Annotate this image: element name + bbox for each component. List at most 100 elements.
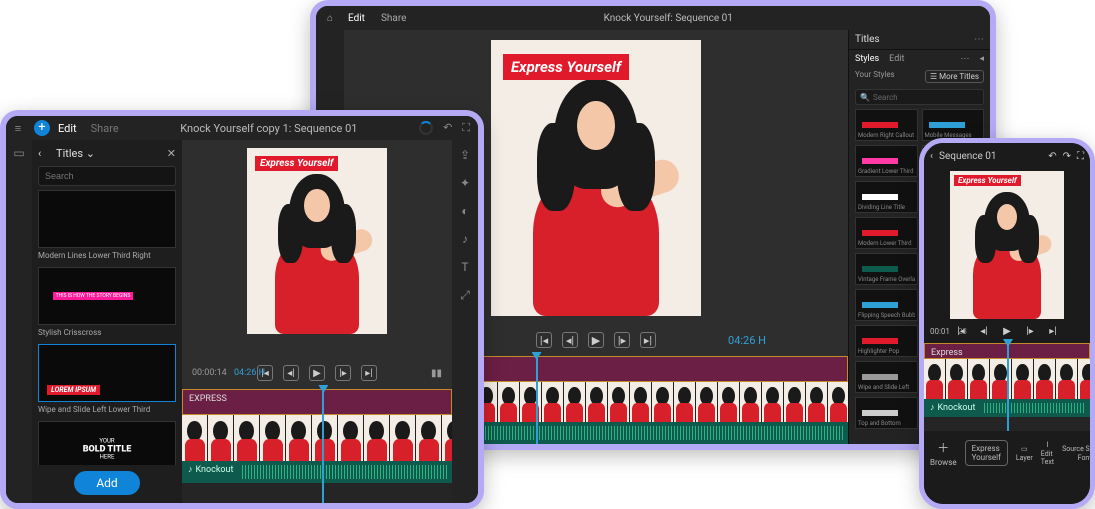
skip-end-icon[interactable]: ▸| [361, 365, 377, 381]
more-icon[interactable]: ⋯ [960, 54, 969, 64]
preset-item[interactable]: Dividing Line Title [855, 181, 918, 213]
fullscreen-icon[interactable]: ⛶ [1077, 151, 1084, 162]
laptop-topbar: ⌂ Edit Share Knock Yourself: Sequence 01 [316, 6, 990, 30]
timecode: 00:01 [930, 327, 950, 336]
chevron-left-icon[interactable]: ◂ [979, 54, 984, 64]
browse-button[interactable]: ＋Browse [930, 439, 957, 467]
levels-icon[interactable]: ▮▮ [431, 368, 442, 379]
panel-menu-icon[interactable]: ⋯ [974, 34, 984, 45]
color-icon[interactable]: ◐ [461, 204, 468, 218]
step-back-icon[interactable]: ◂| [562, 332, 578, 348]
close-icon[interactable]: ✕ [167, 147, 176, 160]
playhead[interactable] [1007, 343, 1009, 431]
add-title-button[interactable]: Add [74, 471, 139, 495]
video-canvas[interactable]: Express Yourself [491, 40, 701, 316]
timecode-total: 04:26 H [728, 334, 766, 347]
back-icon[interactable]: ‹ [38, 147, 52, 160]
panel-title: Titles [855, 34, 880, 45]
tablet-preview-area: Express Yourself 00:00:14 04:26 H |◂ ◂| … [182, 140, 452, 503]
effects-icon[interactable]: ✦ [460, 176, 470, 190]
transform-icon[interactable]: ⤢ [460, 288, 470, 303]
preset-item[interactable]: Wipe and Slide Left [855, 361, 918, 393]
phone-doc-title: Sequence 01 [939, 151, 1042, 162]
text-icon[interactable]: T [461, 260, 468, 274]
tablet-doc-title: Knock Yourself copy 1: Sequence 01 [119, 122, 419, 135]
your-styles-label: Your Styles [855, 70, 895, 83]
back-icon[interactable]: ‹ [930, 151, 933, 162]
playhead[interactable] [536, 356, 538, 444]
play-icon[interactable]: ▶ [309, 365, 325, 381]
phone-timeline[interactable]: Express ♪ Knockout [924, 343, 1090, 431]
project-icon[interactable]: ▭ [13, 146, 24, 160]
overlay-title: Express Yourself [255, 156, 338, 171]
step-fwd-icon[interactable]: |▸ [614, 332, 630, 348]
undo-icon[interactable]: ↶ [443, 121, 452, 135]
step-back-icon[interactable]: ◂| [283, 365, 299, 381]
tab-share[interactable]: Share [91, 122, 119, 135]
playhead[interactable] [322, 389, 324, 503]
preset-item[interactable]: YOURBOLD TITLEHEREThree Line Bold Title … [38, 421, 176, 465]
video-canvas[interactable]: Express Yourself [247, 148, 387, 334]
panel-tab-styles[interactable]: Styles [855, 54, 879, 64]
edit-text-button[interactable]: IEdit Text [1041, 441, 1054, 466]
font-button[interactable]: Source Sans PFont [1062, 445, 1095, 462]
tab-edit[interactable]: Edit [58, 122, 77, 135]
audio-icon[interactable]: ♪ [462, 232, 468, 246]
preset-item[interactable]: Modern Right Callout [855, 109, 918, 141]
play-icon[interactable]: ▶ [999, 323, 1015, 339]
video-track[interactable] [182, 415, 452, 461]
tablet-timeline[interactable]: EXPRESS ♪ Knockout [182, 389, 452, 503]
home-icon[interactable]: ⌂ [316, 13, 344, 24]
panel-search-input[interactable]: 🔍 Search [855, 89, 984, 105]
title-track[interactable]: EXPRESS [182, 389, 452, 415]
more-titles-button[interactable]: ☰ More Titles [925, 70, 984, 83]
preset-item[interactable]: LOREM IPSUMWipe and Slide Left Lower Thi… [38, 344, 176, 419]
redo-icon[interactable]: ↷ [1063, 151, 1071, 162]
layer-button[interactable]: ▭Layer [1016, 445, 1033, 462]
preset-item[interactable]: Gradient Lower Third [855, 145, 918, 177]
skip-end-icon[interactable]: ▸| [640, 332, 656, 348]
sync-spinner-icon [419, 121, 433, 135]
panel-tab-edit[interactable]: Edit [889, 54, 904, 64]
timecode-current: 00:00:14 [192, 368, 227, 378]
tablet-titles-panel: ‹ Titles ⌄ ✕ Modern Lines Lower Third Ri… [32, 140, 182, 503]
overlay-title: Express Yourself [954, 175, 1021, 186]
skip-start-icon[interactable]: |◂ [536, 332, 552, 348]
panel-title[interactable]: Titles ⌄ [52, 147, 167, 160]
timecode-total: 04:26 H [234, 368, 265, 378]
tablet-left-toolbar: ▭ [6, 140, 32, 503]
skip-end-icon[interactable]: ▸| [1045, 323, 1061, 339]
tablet-device: ≡ + Edit Share Knock Yourself copy 1: Se… [0, 110, 484, 509]
tablet-right-toolbar: ⇪ ✦ ◐ ♪ T ⤢ [452, 140, 478, 503]
laptop-doc-title: Knock Yourself: Sequence 01 [406, 13, 930, 24]
tablet-playbar: 00:00:14 04:26 H |◂ ◂| ▶ |▸ ▸| ▮▮ [192, 365, 442, 381]
preset-item[interactable]: Modern Lines Lower Third Right [38, 190, 176, 265]
play-icon[interactable]: ▶ [588, 332, 604, 348]
tab-share[interactable]: Share [381, 13, 406, 24]
preset-item[interactable]: Modern Lower Third [855, 217, 918, 249]
phone-device: ‹ Sequence 01 ↶ ↷ ⛶ Express Yourself 00:… [919, 138, 1095, 509]
preset-item[interactable]: Flipping Speech Bubble [855, 289, 918, 321]
preset-item[interactable]: Top and Bottom [855, 397, 918, 429]
fullscreen-icon[interactable]: ⛶ [462, 121, 470, 135]
phone-topbar: ‹ Sequence 01 ↶ ↷ ⛶ [924, 143, 1090, 169]
tab-edit[interactable]: Edit [348, 13, 365, 24]
preset-item[interactable]: Vintage Frame Overlay [855, 253, 918, 285]
audio-track[interactable]: ♪ Knockout [182, 461, 452, 483]
add-button[interactable]: + [34, 120, 50, 136]
undo-icon[interactable]: ↶ [1048, 151, 1056, 162]
phone-bottom-bar: ＋Browse Express Yourself ▭Layer IEdit Te… [924, 431, 1090, 475]
export-icon[interactable]: ⇪ [460, 148, 470, 162]
tablet-topbar: ≡ + Edit Share Knock Yourself copy 1: Se… [6, 116, 478, 140]
search-input[interactable] [38, 166, 176, 186]
step-back-icon[interactable]: ◂| [976, 323, 992, 339]
preset-item[interactable]: Highlighter Pop [855, 325, 918, 357]
selected-title-pill[interactable]: Express Yourself [965, 440, 1008, 466]
menu-icon[interactable]: ≡ [6, 122, 30, 135]
video-canvas[interactable]: Express Yourself [950, 171, 1064, 319]
preset-item[interactable]: Mobile Messages [922, 109, 985, 141]
step-fwd-icon[interactable]: |▸ [335, 365, 351, 381]
step-fwd-icon[interactable]: |▸ [1022, 323, 1038, 339]
preset-item[interactable]: THIS IS HOW THE STORY BEGINSStylish Cris… [38, 267, 176, 342]
overlay-title: Express Yourself [503, 54, 629, 80]
